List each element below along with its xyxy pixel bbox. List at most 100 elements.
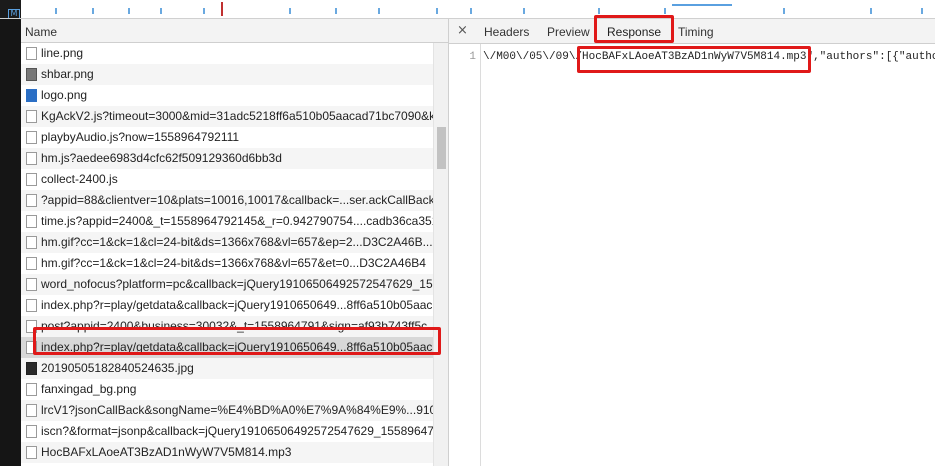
timeline-tick bbox=[92, 8, 94, 14]
tab-response[interactable]: Response bbox=[607, 25, 661, 39]
logo-icon bbox=[26, 89, 37, 102]
timeline-tick bbox=[783, 8, 785, 14]
request-row[interactable]: word_nofocus?platform=pc&callback=jQuery… bbox=[21, 274, 433, 295]
timeline-tick bbox=[128, 8, 130, 14]
file-icon bbox=[26, 320, 37, 333]
name-column-label: Name bbox=[25, 25, 58, 39]
request-name: index.php?r=play/getdata&callback=jQuery… bbox=[41, 298, 433, 312]
request-row[interactable]: iscn?&format=jsonp&callback=jQuery191065… bbox=[21, 421, 433, 442]
file-icon bbox=[26, 47, 37, 60]
line-number: 1 bbox=[469, 51, 476, 63]
file-icon bbox=[26, 152, 37, 165]
request-name: KgAckV2.js?timeout=3000&mid=31adc5218ff6… bbox=[41, 109, 433, 123]
timeline-tick bbox=[598, 8, 600, 14]
request-name: collect-2400.js bbox=[41, 172, 118, 186]
timeline-marker bbox=[221, 2, 223, 16]
timeline-tick bbox=[378, 8, 380, 14]
request-row[interactable]: hm.gif?cc=1&ck=1&cl=24-bit&ds=1366x768&v… bbox=[21, 232, 433, 253]
request-row[interactable]: hm.js?aedee6983d4cfc62f509129360d6bb3d bbox=[21, 148, 433, 169]
request-row[interactable]: playbyAudio.js?now=1558964792111 bbox=[21, 127, 433, 148]
timeline-tick bbox=[921, 8, 923, 14]
request-name: lrcV1?jsonCallBack&songName=%E4%BD%A0%E7… bbox=[41, 403, 433, 417]
request-row[interactable]: index.php?r=play/getdata&callback=jQuery… bbox=[21, 295, 433, 316]
request-row[interactable]: line.png bbox=[21, 43, 433, 64]
file-icon bbox=[26, 110, 37, 123]
response-code: \/M00\/05\/09\/HocBAFxLAoeAT3BzAD1nWyW7V… bbox=[483, 51, 935, 63]
request-row[interactable]: collect-2400.js bbox=[21, 169, 433, 190]
request-list-scrollbar[interactable] bbox=[433, 43, 448, 466]
response-panel: × Headers Preview Response Timing 1 \/M0… bbox=[448, 15, 935, 466]
request-row[interactable]: 20190505182840524635.jpg bbox=[21, 358, 433, 379]
timeline-tick bbox=[436, 8, 438, 14]
timeline-tick bbox=[203, 8, 205, 14]
timeline-tick bbox=[160, 8, 162, 14]
active-tab-indicator bbox=[606, 40, 662, 42]
request-name: 20190505182840524635.jpg bbox=[41, 361, 194, 375]
tab-headers[interactable]: Headers bbox=[484, 25, 529, 39]
code-suffix: ,"authors":[{"autho bbox=[813, 51, 935, 63]
timeline-tick bbox=[870, 8, 872, 14]
request-row[interactable]: KgAckV2.js?timeout=3000&mid=31adc5218ff6… bbox=[21, 106, 433, 127]
request-row[interactable]: post?appid=2400&business=30032&_t=155896… bbox=[21, 316, 433, 337]
request-list-panel: Name line.png shbar.png logo.png KgAckV2.js… bbox=[0, 19, 448, 466]
timeline-tick bbox=[335, 8, 337, 14]
timeline-tick bbox=[523, 8, 525, 14]
request-name: iscn?&format=jsonp&callback=jQuery191065… bbox=[41, 424, 433, 438]
file-icon bbox=[26, 299, 37, 312]
file-icon bbox=[26, 236, 37, 249]
request-row[interactable]: logo.png bbox=[21, 85, 433, 106]
timeline-bar bbox=[672, 4, 732, 6]
line-gutter: 1 bbox=[449, 44, 481, 466]
file-icon bbox=[26, 446, 37, 459]
network-timeline[interactable]: M bbox=[0, 0, 935, 19]
request-name: hm.gif?cc=1&ck=1&cl=24-bit&ds=1366x768&v… bbox=[41, 235, 433, 249]
request-name: line.png bbox=[41, 46, 84, 60]
tab-preview[interactable]: Preview bbox=[547, 25, 590, 39]
request-name: hm.js?aedee6983d4cfc62f509129360d6bb3d bbox=[41, 151, 282, 165]
file-icon bbox=[26, 194, 37, 207]
request-row[interactable]: shbar.png bbox=[21, 64, 433, 85]
timeline-tick bbox=[55, 8, 57, 14]
file-icon bbox=[26, 173, 37, 186]
file-icon bbox=[26, 278, 37, 291]
request-name: ?appid=88&clientver=10&plats=10016,10017… bbox=[41, 193, 433, 207]
timeline-badge-icon: M bbox=[8, 9, 20, 18]
request-row[interactable]: HocBAFxLAoeAT3BzAD1nWyW7V5M814.mp3 bbox=[21, 442, 433, 463]
detail-tabbar: × Headers Preview Response Timing bbox=[449, 19, 935, 44]
request-name: time.js?appid=2400&_t=1558964792145&_r=0… bbox=[41, 214, 433, 228]
request-name: index.php?r=play/getdata&callback=jQuery… bbox=[41, 340, 433, 354]
code-highlighted-filename: HocBAFxLAoeAT3BzAD1nWyW7V5M814.mp3" bbox=[582, 51, 814, 63]
file-icon bbox=[26, 383, 37, 396]
request-row[interactable]: hm.gif?cc=1&ck=1&cl=24-bit&ds=1366x768&v… bbox=[21, 253, 433, 274]
response-body[interactable]: 1 \/M00\/05\/09\/HocBAFxLAoeAT3BzAD1nWyW… bbox=[449, 44, 935, 466]
file-icon bbox=[26, 257, 37, 270]
tab-timing[interactable]: Timing bbox=[678, 25, 714, 39]
request-rows: line.png shbar.png logo.png KgAckV2.js?time… bbox=[21, 43, 433, 466]
request-row[interactable]: time.js?appid=2400&_t=1558964792145&_r=0… bbox=[21, 211, 433, 232]
file-icon bbox=[26, 131, 37, 144]
request-name: post?appid=2400&business=30032&_t=155896… bbox=[41, 319, 433, 333]
file-icon bbox=[26, 404, 37, 417]
image-icon bbox=[26, 68, 37, 81]
request-name: playbyAudio.js?now=1558964792111 bbox=[41, 130, 240, 144]
file-icon bbox=[26, 425, 37, 438]
request-name: hm.gif?cc=1&ck=1&cl=24-bit&ds=1366x768&v… bbox=[41, 256, 426, 270]
left-dark-edge bbox=[0, 19, 21, 466]
file-icon bbox=[26, 215, 37, 228]
close-icon[interactable]: × bbox=[457, 23, 468, 38]
scrollbar-thumb[interactable] bbox=[437, 127, 446, 169]
request-row[interactable]: index.php?r=play/getdata&callback=jQuery… bbox=[21, 337, 433, 358]
code-prefix: \/M00\/05\/09\/ bbox=[483, 51, 583, 63]
request-row[interactable]: fanxingad_bg.png bbox=[21, 379, 433, 400]
timeline-tick bbox=[470, 8, 472, 14]
timeline-tick bbox=[664, 8, 666, 14]
timeline-tick bbox=[289, 8, 291, 14]
request-name: HocBAFxLAoeAT3BzAD1nWyW7V5M814.mp3 bbox=[41, 445, 292, 459]
request-row[interactable]: ?appid=88&clientver=10&plats=10016,10017… bbox=[21, 190, 433, 211]
request-name: fanxingad_bg.png bbox=[41, 382, 137, 396]
request-name: word_nofocus?platform=pc&callback=jQuery… bbox=[41, 277, 433, 291]
request-row[interactable]: lrcV1?jsonCallBack&songName=%E4%BD%A0%E7… bbox=[21, 400, 433, 421]
request-name: logo.png bbox=[41, 88, 88, 102]
name-column-header[interactable]: Name bbox=[21, 19, 448, 43]
request-name: shbar.png bbox=[41, 67, 94, 81]
